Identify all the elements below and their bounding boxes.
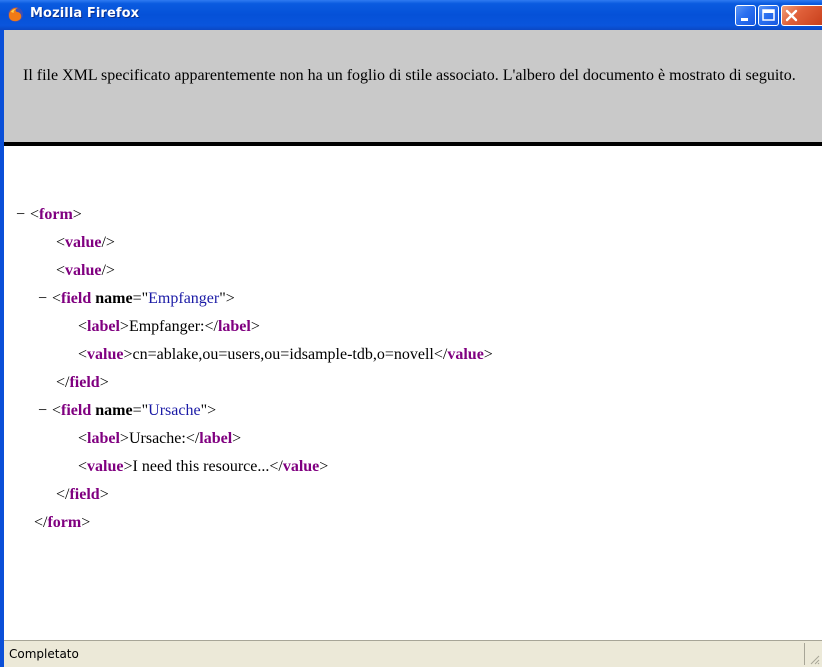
tag-name: value <box>447 346 484 363</box>
collapse-toggle-form[interactable]: − <box>16 205 30 225</box>
attr-value: Ursache <box>148 402 201 419</box>
xml-line-label: <label>Empfanger:</label> <box>78 318 260 335</box>
maximize-icon <box>762 9 775 21</box>
status-divider <box>804 643 805 665</box>
tag-name: field <box>69 374 100 391</box>
collapse-toggle-field[interactable]: − <box>38 289 52 309</box>
minimize-button[interactable] <box>735 5 756 26</box>
attr-name: name <box>95 290 133 307</box>
xml-line-field-open: − <field name="Ursache"> <box>38 401 217 421</box>
tag-name: label <box>87 318 120 335</box>
collapse-toggle-field[interactable]: − <box>38 401 52 421</box>
maximize-button[interactable] <box>758 5 779 26</box>
firefox-icon <box>8 7 23 22</box>
xml-document-tree: − <form> <value/> <value/> − <field name="… <box>4 146 822 638</box>
tag-name: label <box>199 430 233 447</box>
xml-line-form-close: </form> <box>34 514 91 531</box>
tag-name: form <box>47 514 82 531</box>
tag-name: value <box>282 458 320 475</box>
minimize-icon <box>741 18 748 21</box>
status-text: Completato <box>9 647 79 661</box>
close-button[interactable] <box>781 5 822 26</box>
tag-name: field <box>69 486 100 503</box>
title-bar[interactable]: Mozilla Firefox <box>0 0 822 30</box>
tag-name: value <box>87 458 124 475</box>
tag-name: value <box>65 234 102 251</box>
xml-line-label: <label>Ursache:</label> <box>78 430 242 447</box>
xml-line-value-empty: <value/> <box>56 262 115 279</box>
browser-window: Mozilla Firefox Il file XML specificato … <box>0 0 822 667</box>
tag-name: label <box>217 318 251 335</box>
xml-info-message: Il file XML specificato apparentemente n… <box>23 67 796 84</box>
browser-content: Il file XML specificato apparentemente n… <box>4 30 822 667</box>
resize-grip-icon[interactable] <box>808 653 820 665</box>
xml-line-value-empty: <value/> <box>56 234 115 251</box>
label-text: Ursache: <box>128 430 186 447</box>
xml-line-field-close: </field> <box>56 486 109 503</box>
attr-value: Empfanger <box>148 290 220 307</box>
tag-name: label <box>87 430 120 447</box>
tag-name: value <box>65 262 102 279</box>
xml-line-field-open: − <field name="Empfanger"> <box>38 289 235 309</box>
status-bar: Completato <box>4 640 822 667</box>
xml-info-banner: Il file XML specificato apparentemente n… <box>4 30 822 142</box>
attr-name: name <box>95 402 133 419</box>
xml-line-field-close: </field> <box>56 374 109 391</box>
tag-name: form <box>39 206 73 223</box>
value-text: I need this resource... <box>132 458 270 475</box>
xml-line-value: <value>I need this resource...</value> <box>78 458 329 475</box>
tag-name: value <box>87 346 124 363</box>
tag-name: field <box>61 290 92 307</box>
close-icon <box>785 9 798 22</box>
xml-line-form-open: − <form> <box>16 205 82 225</box>
tag-name: field <box>61 402 92 419</box>
window-title: Mozilla Firefox <box>30 6 140 21</box>
xml-line-value: <value>cn=ablake,ou=users,ou=idsample-td… <box>78 346 493 363</box>
label-text: Empfanger: <box>128 318 205 335</box>
value-text: cn=ablake,ou=users,ou=idsample-tdb,o=nov… <box>132 346 434 363</box>
